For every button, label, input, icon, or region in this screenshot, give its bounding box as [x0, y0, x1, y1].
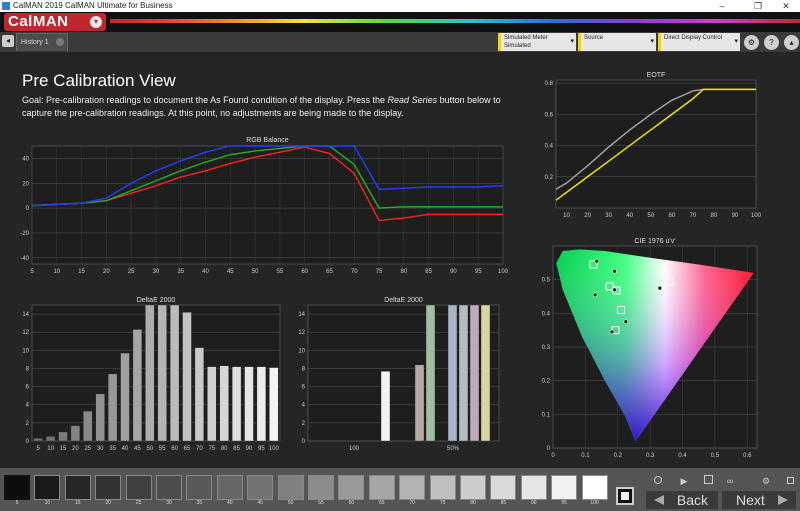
gear-icon[interactable]: ⚙ [744, 35, 759, 50]
swatch-label: 5 [15, 500, 19, 506]
read-series-icon [654, 476, 662, 484]
swatch-label: 35 [196, 500, 203, 506]
goal-text-part1: Goal: Pre-calibration readings to docume… [22, 95, 388, 105]
swatch-20[interactable] [95, 475, 122, 500]
swatch-label: 30 [166, 500, 172, 506]
app-icon [2, 2, 10, 10]
swatch-label: 40 [227, 500, 233, 506]
source-dropdown-label: Source [584, 35, 604, 41]
swatch-label: 65 [379, 500, 385, 506]
tab-close-icon[interactable] [56, 38, 64, 46]
window-title: CalMAN 2019 CalMAN Ultimate for Business [13, 1, 173, 10]
chevron-down-icon: ▾ [650, 38, 654, 45]
save-icon[interactable] [700, 475, 716, 487]
swatch-65[interactable] [368, 475, 395, 500]
swatch-label: 10 [44, 500, 51, 506]
swatch-40[interactable] [216, 475, 243, 500]
chevron-down-icon: ▾ [734, 38, 738, 45]
swatch-35[interactable] [186, 475, 213, 500]
swatch-label: 55 [318, 500, 324, 506]
read-series-button[interactable] [650, 475, 666, 487]
swatch-label: 80 [470, 500, 476, 506]
swatch-85[interactable] [490, 475, 517, 500]
display-control-label: Direct Display Control [664, 35, 723, 41]
source-dropdown[interactable]: Source ▾ [578, 33, 656, 51]
page-title: Pre Calibration View [22, 71, 176, 90]
swatch-55[interactable] [308, 475, 334, 500]
swatch-70[interactable] [399, 475, 426, 500]
read-series-emphasis: Read Series [387, 95, 438, 105]
swatch-50[interactable] [277, 475, 304, 500]
swatch-label: 50 [287, 500, 294, 506]
next-button[interactable]: Next [722, 491, 796, 509]
tab-label: History 1 [21, 39, 49, 46]
stop-icon [621, 492, 629, 500]
swatch-label: 60 [348, 500, 355, 506]
meter-dropdown-label: Simulated Meter [504, 35, 548, 41]
meter-dropdown-value: Simulated [504, 43, 531, 49]
swatch-label: 25 [135, 500, 142, 506]
swatch-75[interactable] [429, 475, 456, 500]
swatch-label: 45 [257, 500, 263, 506]
swatch-label: 95 [561, 500, 567, 506]
swatch-10[interactable] [34, 475, 61, 500]
restore-button[interactable]: ❐ [748, 0, 768, 12]
swatch-30[interactable] [156, 475, 182, 500]
question-icon[interactable]: ? [764, 35, 779, 50]
swatch-label: 15 [75, 500, 81, 506]
window-titlebar: CalMAN 2019 CalMAN Ultimate for Business… [0, 0, 800, 12]
swatch-25[interactable] [125, 475, 152, 500]
back-button[interactable]: Back [646, 491, 718, 509]
swatch-95[interactable] [551, 475, 578, 500]
gear-icon[interactable]: ⚙ [758, 475, 774, 487]
rainbow-strip [110, 19, 800, 23]
swatch-label: 100 [590, 500, 599, 506]
nav-back-button[interactable]: ◂ [2, 35, 14, 47]
swatch-label: 70 [409, 500, 415, 506]
swatch-label: 90 [531, 500, 537, 506]
stop-button[interactable] [616, 487, 634, 505]
pin-glyph [786, 477, 794, 484]
swatch-label: 75 [439, 500, 446, 506]
save-glyph [703, 475, 713, 484]
swatch-15[interactable] [64, 475, 91, 500]
swatch-60[interactable] [338, 475, 365, 500]
swatch-label: 20 [105, 500, 111, 506]
swatch-5[interactable] [4, 475, 30, 500]
goal-text: Goal: Pre-calibration readings to docume… [22, 94, 512, 120]
pin-icon[interactable] [782, 475, 798, 487]
swatch-label: 85 [500, 500, 507, 506]
collapse-icon[interactable]: ▴ [784, 35, 799, 50]
swatch-80[interactable] [460, 475, 486, 500]
swatch-90[interactable] [520, 475, 547, 500]
chevron-down-icon: ▾ [570, 38, 574, 45]
close-button[interactable]: ✕ [776, 0, 796, 12]
display-control-dropdown[interactable]: Direct Display Control ▾ [658, 33, 740, 51]
meter-dropdown[interactable]: Simulated Meter Simulated ▾ [498, 33, 576, 51]
swatch-45[interactable] [247, 475, 274, 500]
loop-icon[interactable]: ∞ [722, 475, 738, 487]
play-icon[interactable]: ▶ [676, 475, 692, 487]
swatch-100[interactable] [581, 475, 608, 500]
logo-menu-caret-icon[interactable]: ▾ [90, 16, 102, 28]
minimize-button[interactable]: – [712, 0, 732, 12]
